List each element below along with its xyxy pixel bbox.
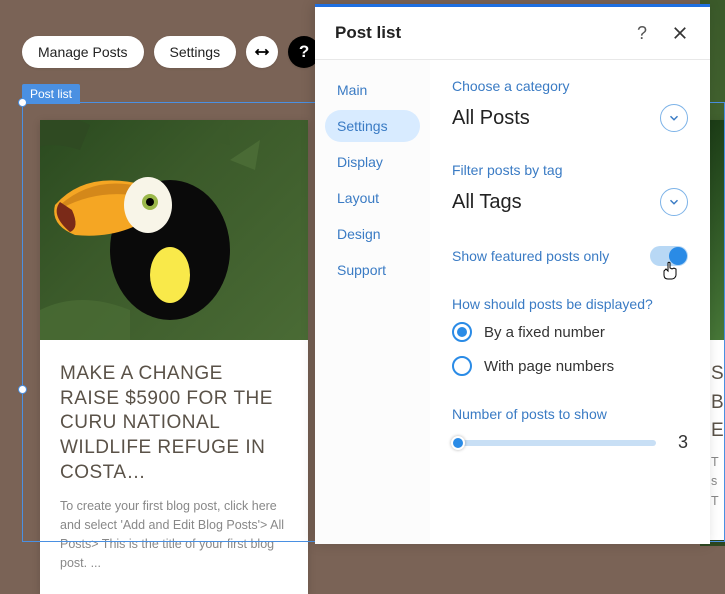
tag-value: All Tags: [452, 191, 522, 214]
post-count-label: Number of posts to show: [452, 406, 688, 422]
selection-handle[interactable]: [18, 98, 27, 107]
tag-dropdown-button[interactable]: [660, 188, 688, 216]
radio-icon: [452, 356, 472, 376]
category-label: Choose a category: [452, 78, 688, 94]
tag-section: Filter posts by tag All Tags: [452, 162, 688, 216]
category-section: Choose a category All Posts: [452, 78, 688, 132]
panel-header: Post list ?: [315, 7, 710, 60]
panel-nav: Main Settings Display Layout Design Supp…: [315, 60, 430, 544]
stretch-icon[interactable]: [246, 36, 278, 68]
panel-title: Post list: [335, 23, 401, 43]
display-mode-section: How should posts be displayed? By a fixe…: [452, 296, 688, 376]
nav-item-main[interactable]: Main: [325, 74, 420, 106]
selection-handle[interactable]: [18, 385, 27, 394]
editor-toolbar: Manage Posts Settings ?: [22, 36, 320, 68]
nav-item-settings[interactable]: Settings: [325, 110, 420, 142]
featured-section: Show featured posts only: [452, 246, 688, 266]
featured-label: Show featured posts only: [452, 248, 609, 264]
panel-content: Choose a category All Posts Filter posts…: [430, 60, 710, 544]
category-dropdown-button[interactable]: [660, 104, 688, 132]
post-body: MAKE A CHANGE RAISE $5900 FOR THE CURU N…: [40, 340, 308, 594]
post-card[interactable]: MAKE A CHANGE RAISE $5900 FOR THE CURU N…: [40, 120, 308, 594]
tag-label: Filter posts by tag: [452, 162, 688, 178]
post-excerpt: To create your first blog post, click he…: [60, 497, 288, 572]
post-count-section: Number of posts to show 3: [452, 406, 688, 453]
featured-toggle[interactable]: [650, 246, 688, 266]
display-mode-label: How should posts be displayed?: [452, 296, 688, 312]
toggle-knob: [669, 247, 687, 265]
nav-item-layout[interactable]: Layout: [325, 182, 420, 214]
radio-label: With page numbers: [484, 358, 614, 375]
nav-item-design[interactable]: Design: [325, 218, 420, 250]
nav-item-support[interactable]: Support: [325, 254, 420, 286]
radio-page-numbers[interactable]: With page numbers: [452, 356, 688, 376]
post-count-slider[interactable]: [452, 440, 656, 446]
post-image: [40, 120, 308, 340]
selection-label: Post list: [22, 84, 80, 104]
settings-button[interactable]: Settings: [154, 36, 237, 68]
radio-label: By a fixed number: [484, 324, 605, 341]
panel-help-icon[interactable]: ?: [632, 23, 652, 43]
settings-panel: Post list ? Main Settings Display Layout…: [315, 4, 710, 544]
category-value: All Posts: [452, 107, 530, 130]
slider-thumb[interactable]: [451, 436, 465, 450]
post-count-value: 3: [672, 432, 688, 453]
close-icon[interactable]: [670, 23, 690, 43]
radio-fixed-number[interactable]: By a fixed number: [452, 322, 688, 342]
nav-item-display[interactable]: Display: [325, 146, 420, 178]
post-title: MAKE A CHANGE RAISE $5900 FOR THE CURU N…: [60, 362, 288, 485]
manage-posts-button[interactable]: Manage Posts: [22, 36, 144, 68]
radio-icon: [452, 322, 472, 342]
